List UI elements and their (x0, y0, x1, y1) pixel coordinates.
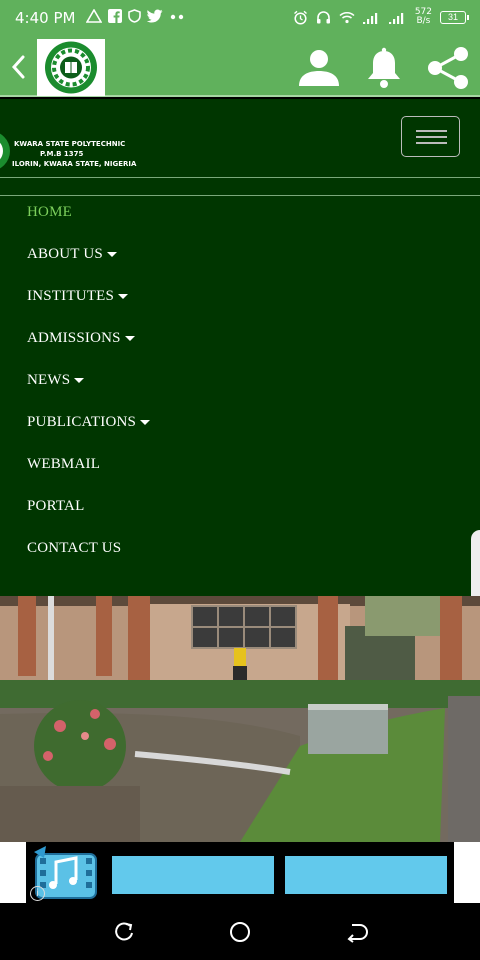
status-notification-icons (86, 9, 187, 23)
site-header: KWARA STATE POLYTECHNIC P.M.B 1375 ILORI… (0, 99, 480, 198)
headset-icon (316, 10, 330, 23)
ad-margin (454, 842, 480, 903)
caret-down-icon (124, 336, 135, 342)
hamburger-line (416, 130, 447, 132)
shield-icon (128, 9, 141, 23)
app-bar (0, 38, 480, 97)
bell-icon[interactable] (362, 46, 406, 90)
caret-down-icon (74, 378, 85, 384)
header-divider (0, 177, 480, 178)
nav-item-label: CONTACT US (27, 540, 122, 556)
ad-margin (0, 842, 26, 903)
caret-down-icon (118, 294, 128, 300)
signal-icon (388, 12, 404, 24)
network-speed: 572 B/s (415, 8, 432, 26)
nav-item-label: ABOUT US (27, 246, 103, 262)
nav-item-label: NEWS (27, 372, 71, 388)
facebook-icon (108, 9, 122, 23)
nav-menu: HOME ABOUT US INSTITUTES ADMISSIONS NEWS… (0, 198, 480, 596)
nav-item-news[interactable]: NEWS (27, 372, 85, 389)
alarm-icon (293, 10, 307, 25)
nav-item-admissions[interactable]: ADMISSIONS (27, 330, 135, 347)
ad-banner[interactable]: i (0, 842, 480, 903)
hamburger-line (416, 142, 447, 144)
profile-icon[interactable] (296, 46, 342, 90)
share-icon[interactable] (425, 46, 471, 90)
nav-item-publications[interactable]: PUBLICATIONS (27, 414, 151, 431)
nav-item-label: PORTAL (27, 498, 85, 514)
nav-item-contact-us[interactable]: CONTACT US (27, 540, 121, 557)
campus-photo (0, 596, 480, 842)
wifi-icon (339, 11, 355, 23)
polytechnic-crest-icon (45, 41, 97, 94)
network-speed-unit: B/s (416, 16, 431, 26)
nav-item-institutes[interactable]: INSTITUTES (27, 288, 128, 305)
nav-item-label: HOME (27, 204, 72, 220)
polytechnic-logo-icon[interactable] (0, 129, 12, 173)
nav-item-label: INSTITUTES (27, 288, 114, 304)
nav-item-about-us[interactable]: ABOUT US (27, 246, 117, 263)
header-divider (0, 195, 480, 196)
ad-button[interactable] (285, 856, 447, 894)
ad-button[interactable] (112, 856, 274, 894)
status-time: 4:40 PM (15, 9, 76, 27)
warning-triangle-icon (86, 9, 102, 23)
twitter-icon (147, 9, 163, 23)
caret-down-icon (140, 420, 151, 426)
site-title-line3: ILORIN, KWARA STATE, NIGERIA (12, 160, 137, 168)
nav-item-portal[interactable]: PORTAL (27, 498, 84, 515)
signal-icon (362, 12, 378, 24)
ad-info-icon[interactable]: i (30, 886, 45, 901)
site-title-line2: P.M.B 1375 (40, 150, 84, 158)
status-bar: 4:40 PM 572 B/s 31 (0, 0, 480, 38)
nav-item-home[interactable]: HOME (27, 204, 72, 221)
status-system-icons: 572 B/s 31 (293, 8, 469, 26)
nav-item-label: WEBMAIL (27, 456, 101, 472)
hamburger-menu-button[interactable] (401, 116, 460, 157)
more-dots-icon (170, 14, 184, 20)
caret-down-icon (106, 252, 117, 258)
recents-icon[interactable] (112, 920, 136, 944)
app-logo (37, 39, 105, 96)
site-title: KWARA STATE POLYTECHNIC P.M.B 1375 ILORI… (12, 139, 137, 169)
hamburger-line (416, 136, 447, 138)
battery-indicator: 31 (440, 10, 469, 24)
back-arrow-icon[interactable] (344, 920, 368, 944)
nav-item-label: PUBLICATIONS (27, 414, 137, 430)
back-icon[interactable] (6, 52, 32, 82)
home-circle-icon[interactable] (228, 920, 252, 944)
site-title-line1: KWARA STATE POLYTECHNIC (14, 140, 126, 148)
nav-item-webmail[interactable]: WEBMAIL (27, 456, 100, 473)
system-nav-bar (0, 903, 480, 960)
nav-item-label: ADMISSIONS (27, 330, 121, 346)
